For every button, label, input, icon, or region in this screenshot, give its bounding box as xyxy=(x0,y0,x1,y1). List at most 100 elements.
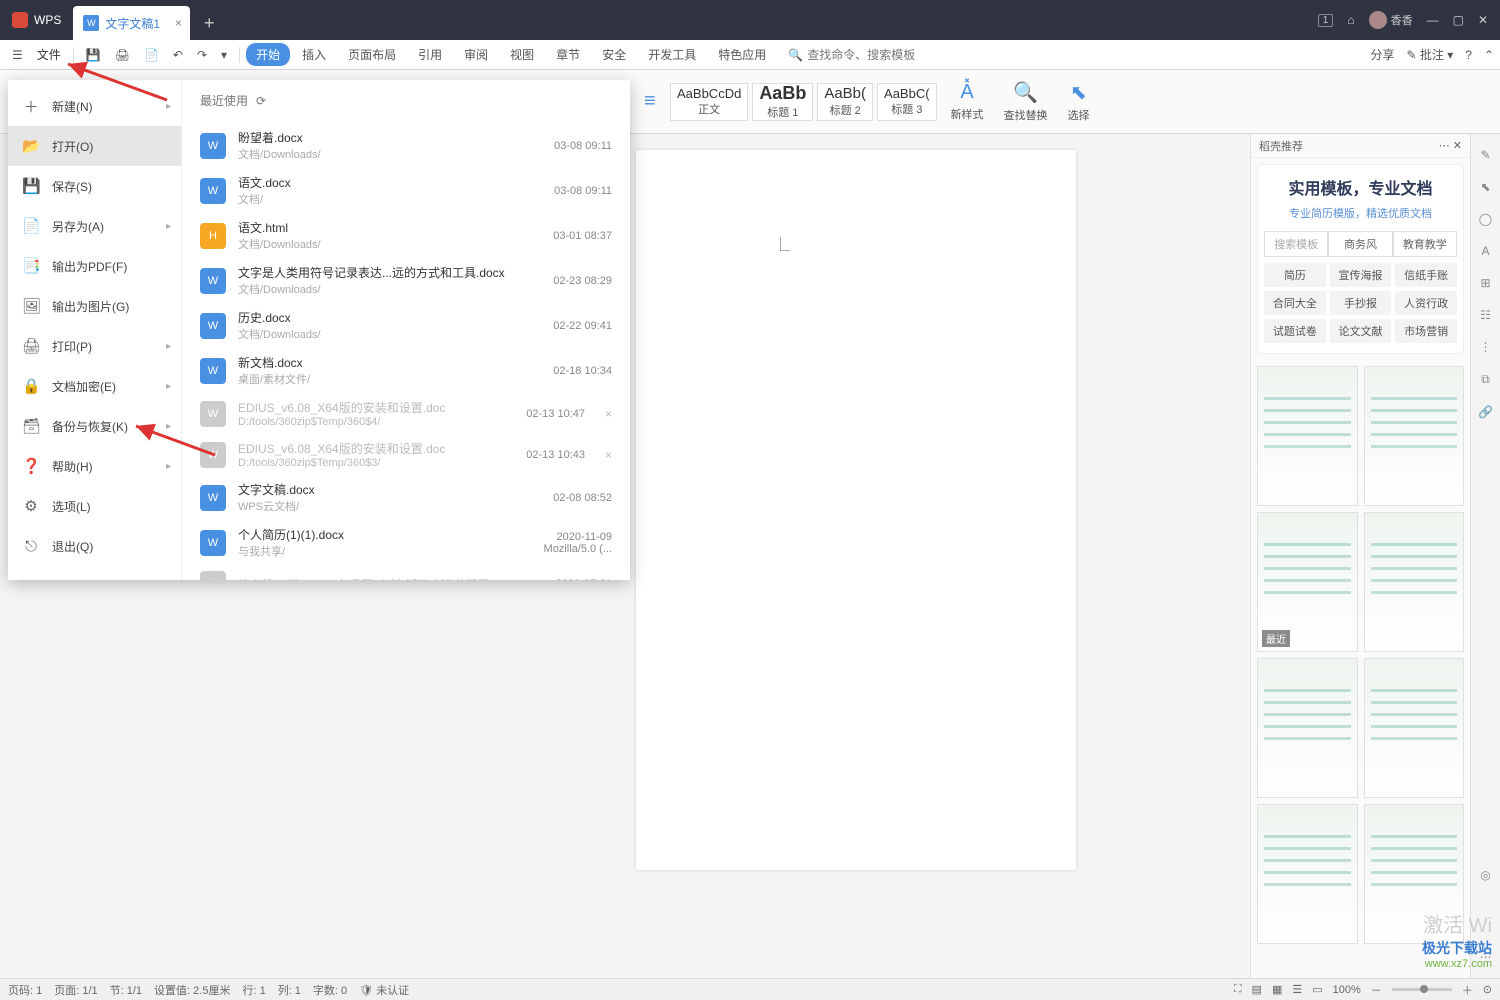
view-web-icon[interactable]: ▦ xyxy=(1272,983,1282,996)
status-row[interactable]: 行: 1 xyxy=(242,982,265,998)
template-tag[interactable]: 宣传海报 xyxy=(1330,263,1392,287)
template-thumbnail[interactable] xyxy=(1257,366,1358,506)
template-tag[interactable]: 论文文献 xyxy=(1330,319,1392,343)
tab-chapter[interactable]: 章节 xyxy=(546,43,590,66)
customize-icon[interactable]: ▾ xyxy=(215,48,233,62)
grid-icon[interactable]: ⊞ xyxy=(1480,276,1490,290)
file-menu-item-8[interactable]: 🗃备份与恢复(K)▸ xyxy=(8,406,181,446)
command-search[interactable]: 🔍 查找命令、搜索模板 xyxy=(788,46,915,63)
rp-menu-icon[interactable]: ⋯ xyxy=(1439,140,1450,152)
tab-home[interactable]: 开始 xyxy=(246,43,290,66)
comment-button[interactable]: ✎ 批注 ▾ xyxy=(1406,46,1453,63)
status-col[interactable]: 列: 1 xyxy=(278,982,301,998)
document-tab[interactable]: W 文字文稿1 × xyxy=(73,6,190,40)
link-icon[interactable]: 🔗 xyxy=(1478,405,1493,419)
share-button[interactable]: 分享 xyxy=(1370,46,1394,63)
minimize-icon[interactable]: — xyxy=(1427,13,1439,27)
template-tag[interactable]: 市场营销 xyxy=(1395,319,1457,343)
tab-layout[interactable]: 页面布局 xyxy=(338,43,406,66)
maximize-icon[interactable]: ▢ xyxy=(1453,13,1464,27)
style-heading2[interactable]: AaBb(标题 2 xyxy=(817,83,873,121)
view-fullscreen-icon[interactable]: ⛶ xyxy=(1234,983,1242,996)
template-tag[interactable]: 简历 xyxy=(1264,263,1326,287)
tab-review[interactable]: 审阅 xyxy=(454,43,498,66)
badge-icon[interactable]: 1 xyxy=(1318,14,1334,27)
file-menu-item-5[interactable]: 🖼输出为图片(G) xyxy=(8,286,181,326)
app-logo[interactable]: WPS xyxy=(0,0,73,40)
remove-recent-icon[interactable]: × xyxy=(605,448,612,462)
gift-icon[interactable]: ⌂ xyxy=(1347,13,1354,27)
tab-reference[interactable]: 引用 xyxy=(408,43,452,66)
template-tag[interactable]: 手抄报 xyxy=(1330,291,1392,315)
template-thumbnail[interactable] xyxy=(1364,366,1465,506)
cursor-tool-icon[interactable]: ⬉ xyxy=(1480,180,1490,194)
view-print-icon[interactable]: ▤ xyxy=(1252,983,1262,996)
shape-icon[interactable]: ◯ xyxy=(1479,212,1492,226)
zoom-out-icon[interactable]: － xyxy=(1371,982,1382,998)
more-icon[interactable]: ⋮ xyxy=(1480,340,1492,354)
status-auth[interactable]: 🛡 未认证 xyxy=(359,982,409,998)
style-heading1[interactable]: AaBb标题 1 xyxy=(752,83,813,121)
template-thumbnail[interactable] xyxy=(1364,512,1465,652)
status-section[interactable]: 节: 1/1 xyxy=(110,982,142,998)
recent-file-item[interactable]: WEDIUS_v6.08_X64版的安装和设置.docD:/tools/360z… xyxy=(200,393,612,434)
recent-file-item[interactable]: W信息第17期：2020年贵阳 乡村"活动走进花溪区.doc2020-07-31 xyxy=(200,565,612,580)
file-menu-item-9[interactable]: ❓帮助(H)▸ xyxy=(8,446,181,486)
recent-file-item[interactable]: W历史.docx文档/Downloads/02-22 09:41 xyxy=(200,303,612,348)
recent-file-item[interactable]: W文字是人类用符号记录表达...远的方式和工具.docx文档/Downloads… xyxy=(200,258,612,303)
file-menu-item-7[interactable]: 🔒文档加密(E)▸ xyxy=(8,366,181,406)
refresh-icon[interactable]: ⟳ xyxy=(256,94,266,108)
document-page[interactable] xyxy=(636,150,1076,870)
help-icon[interactable]: ? xyxy=(1465,48,1472,62)
save-icon[interactable]: 💾 xyxy=(80,48,107,62)
status-setvalue[interactable]: 设置值: 2.5厘米 xyxy=(154,982,230,998)
tab-insert[interactable]: 插入 xyxy=(292,43,336,66)
template-thumbnail[interactable]: 最近 xyxy=(1257,512,1358,652)
remove-recent-icon[interactable]: × xyxy=(605,407,612,421)
recent-file-item[interactable]: W个人简历(1)(1).docx与我共享/2020-11-09Mozilla/5… xyxy=(200,520,612,565)
hamburger-icon[interactable]: ☰ xyxy=(6,48,29,62)
style-normal[interactable]: AaBbCcDd正文 xyxy=(670,83,748,121)
print-quick-icon[interactable]: 🖨 xyxy=(109,48,136,62)
recent-file-item[interactable]: W文字文稿.docxWPS云文档/02-08 08:52 xyxy=(200,475,612,520)
file-menu-item-4[interactable]: 📑输出为PDF(F) xyxy=(8,246,181,286)
file-menu-item-6[interactable]: 🖨打印(P)▸ xyxy=(8,326,181,366)
window-close-icon[interactable]: ✕ xyxy=(1478,13,1488,27)
user-menu[interactable]: 香香 xyxy=(1369,11,1413,29)
text-direction-button[interactable]: ≡ xyxy=(634,90,666,113)
recent-file-item[interactable]: W语文.docx文档/03-08 09:11 xyxy=(200,168,612,213)
find-replace-button[interactable]: 🔍查找替换 xyxy=(994,80,1058,123)
close-icon[interactable]: × xyxy=(175,16,182,30)
template-thumbnail[interactable] xyxy=(1257,658,1358,798)
recent-file-item[interactable]: W新文档.docx桌面/素材文件/02-18 10:34 xyxy=(200,348,612,393)
pencil-icon[interactable]: ✎ xyxy=(1480,148,1490,162)
preview-icon[interactable]: 📄 xyxy=(138,48,165,62)
recent-file-item[interactable]: H语文.html文档/Downloads/03-01 08:37 xyxy=(200,213,612,258)
status-pageno[interactable]: 页码: 1 xyxy=(8,982,42,998)
rp-header-title[interactable]: 稻壳推荐 xyxy=(1259,138,1303,154)
template-tag[interactable]: 试题试卷 xyxy=(1264,319,1326,343)
tab-view[interactable]: 视图 xyxy=(500,43,544,66)
template-thumbnail[interactable] xyxy=(1257,804,1358,944)
add-tab-button[interactable]: + xyxy=(190,6,229,40)
file-menu-item-1[interactable]: 📂打开(O) xyxy=(8,126,181,166)
rp-search-input[interactable]: 搜索模板 xyxy=(1264,231,1328,257)
recent-file-item[interactable]: W盼望着.docx文档/Downloads/03-08 09:11 xyxy=(200,123,612,168)
rp-tab-business[interactable]: 商务风 xyxy=(1328,231,1392,257)
group-icon[interactable]: ⧉ xyxy=(1481,372,1490,387)
file-menu-item-2[interactable]: 💾保存(S) xyxy=(8,166,181,206)
file-menu-item-3[interactable]: 📄另存为(A)▸ xyxy=(8,206,181,246)
status-pageof[interactable]: 页面: 1/1 xyxy=(54,982,97,998)
file-menu-item-11[interactable]: ⎋退出(Q) xyxy=(8,526,181,566)
record-icon[interactable]: ◎ xyxy=(1480,868,1490,882)
redo-icon[interactable]: ↷ xyxy=(191,48,213,62)
style-heading3[interactable]: AaBbC(标题 3 xyxy=(877,83,937,121)
template-tag[interactable]: 合同大全 xyxy=(1264,291,1326,315)
chart-icon[interactable]: ☷ xyxy=(1480,308,1491,322)
file-menu-item-10[interactable]: ⚙选项(L) xyxy=(8,486,181,526)
rp-close-icon[interactable]: ✕ xyxy=(1453,140,1462,152)
new-style-button[interactable]: A̽新样式 xyxy=(941,81,994,122)
file-menu-item-0[interactable]: ＋新建(N)▸ xyxy=(8,86,181,126)
zoom-in-icon[interactable]: ＋ xyxy=(1462,982,1473,998)
undo-icon[interactable]: ↶ xyxy=(167,48,189,62)
